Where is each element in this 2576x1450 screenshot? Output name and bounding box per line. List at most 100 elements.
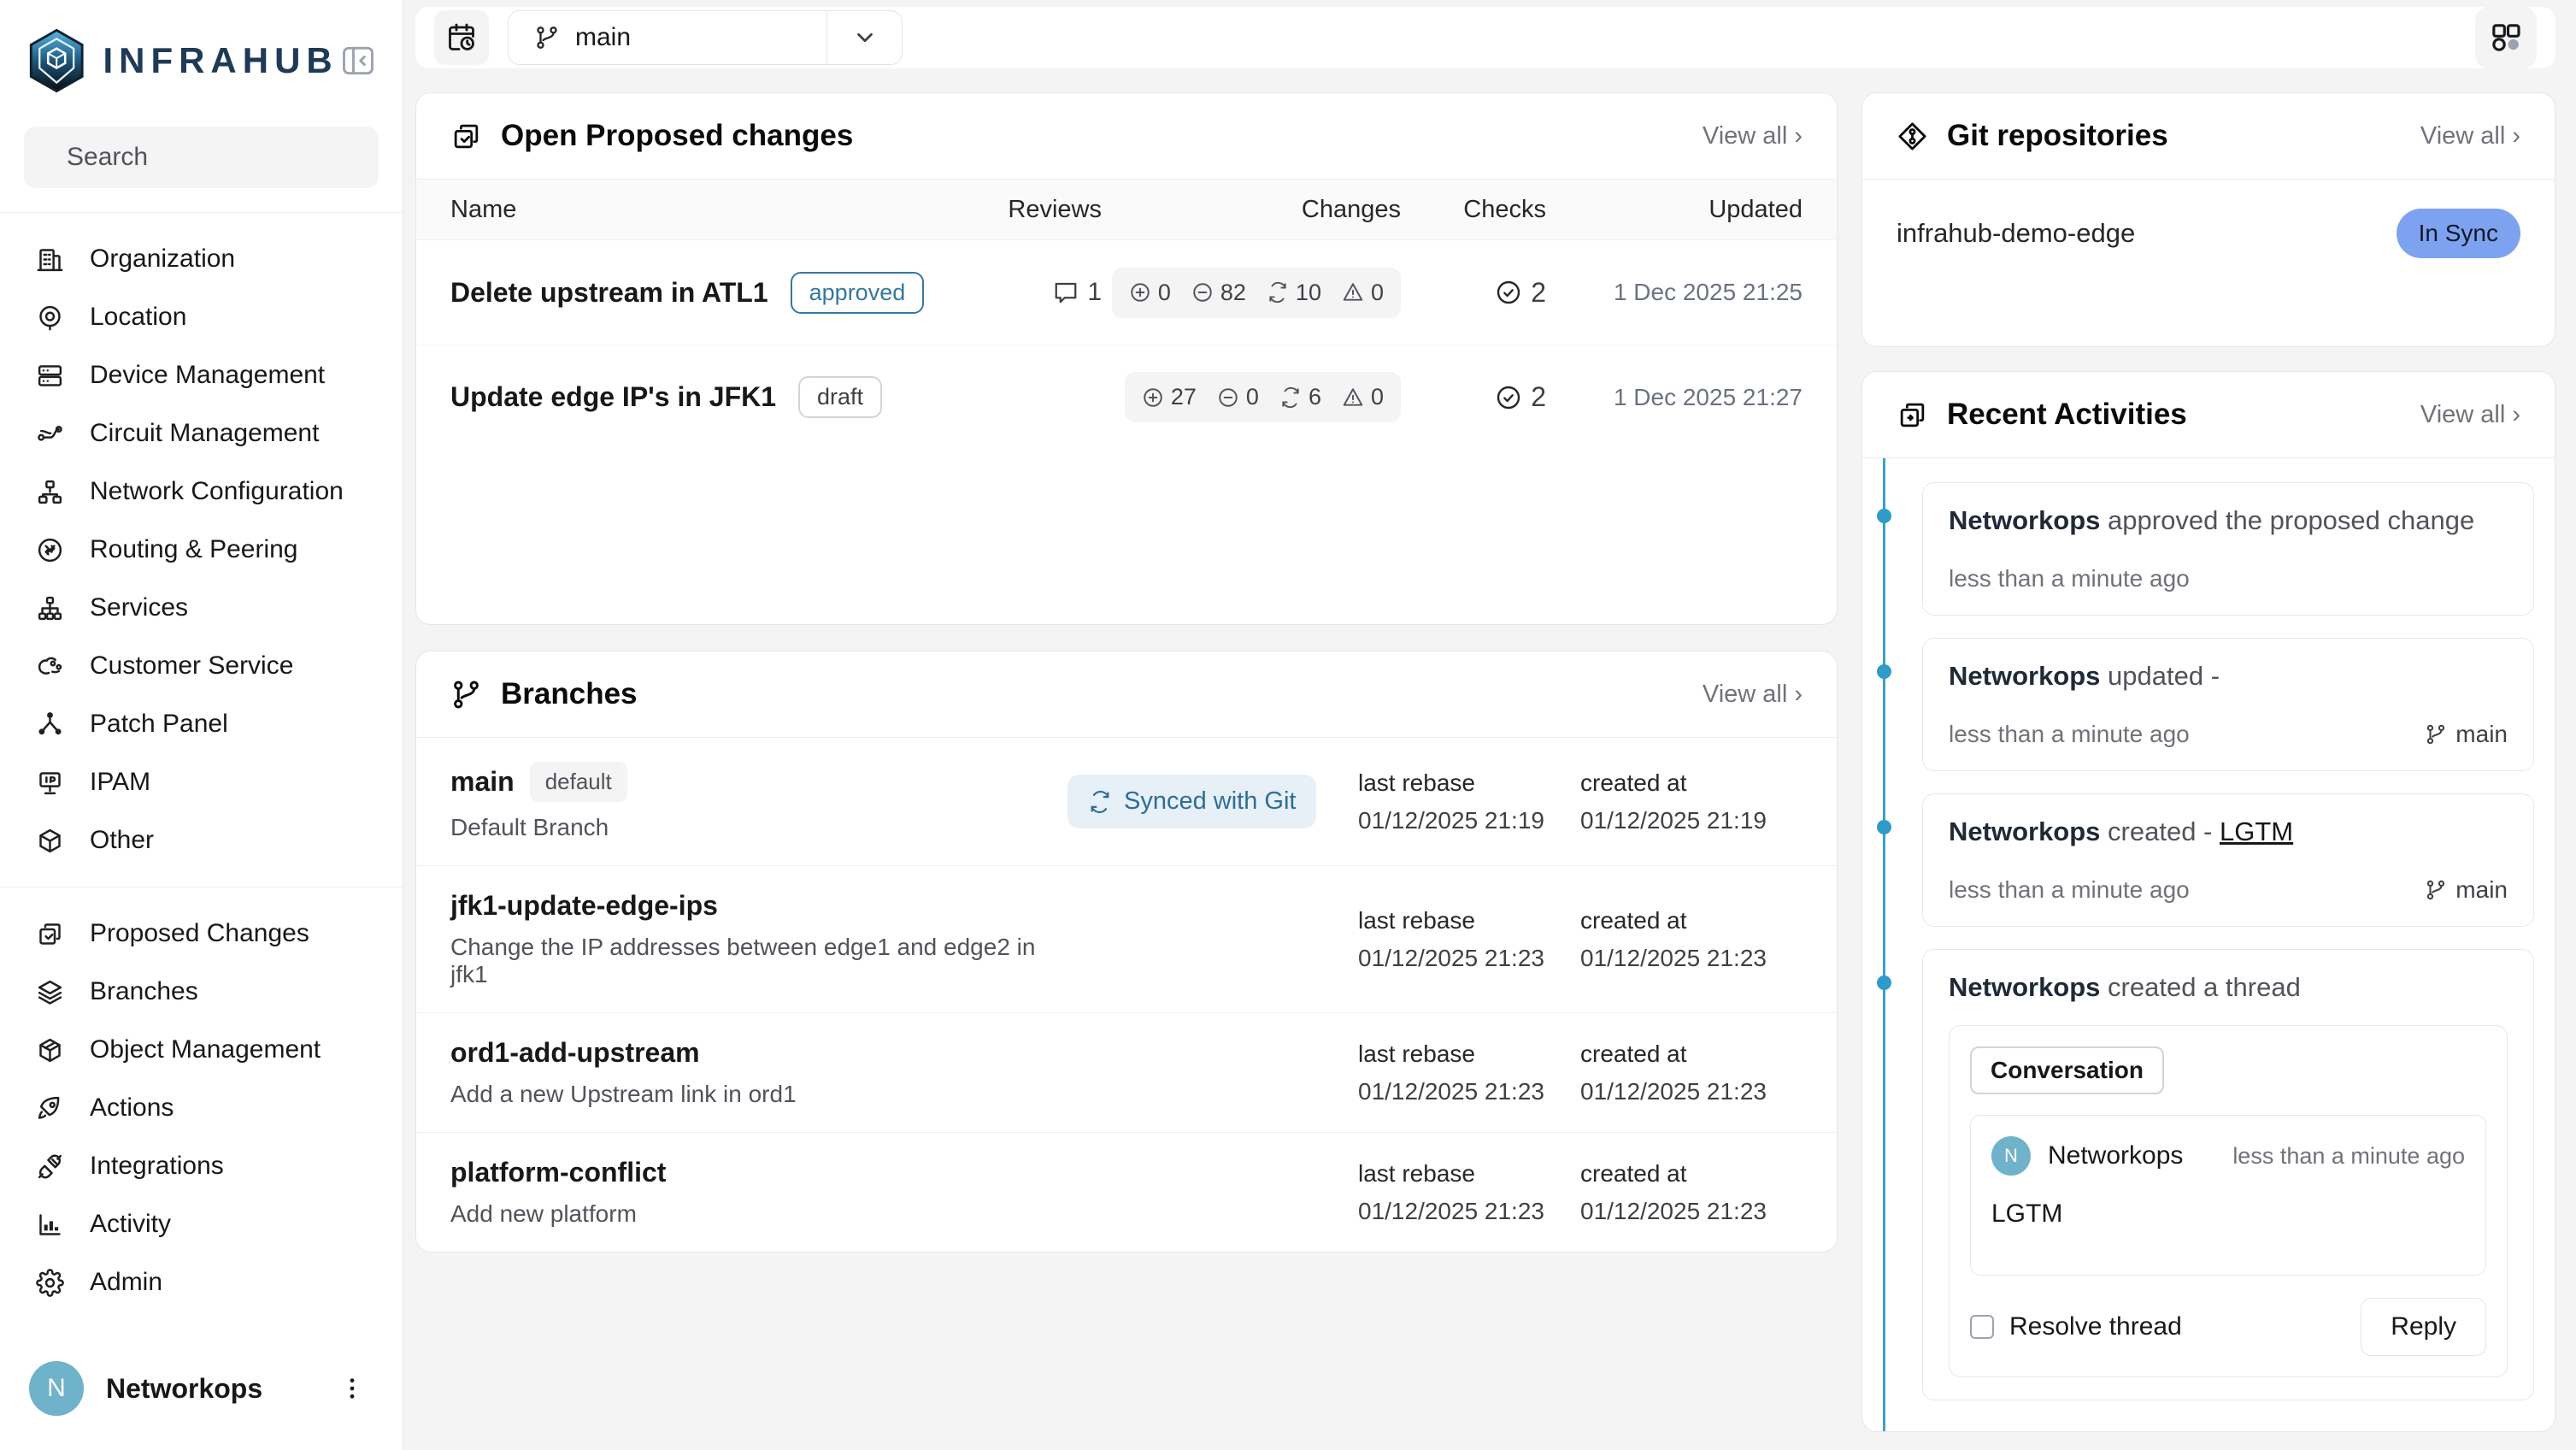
sidebar-item-label: Proposed Changes: [90, 919, 309, 948]
created-at-label: created at: [1580, 1040, 1803, 1068]
panel-collapse-icon: [339, 42, 377, 80]
sidebar-item-network-configuration[interactable]: Network Configuration: [14, 463, 389, 521]
reply-button[interactable]: Reply: [2361, 1298, 2486, 1356]
created-at-label: created at: [1580, 1160, 1803, 1188]
col-header-reviews: Reviews: [956, 196, 1102, 224]
last-rebase-value: 01/12/2025 21:23: [1358, 1078, 1580, 1105]
sidebar-item-label: Integrations: [90, 1152, 224, 1181]
ip-monitor-icon: [36, 769, 64, 797]
sidebar-item-integrations[interactable]: Integrations: [14, 1137, 389, 1195]
conflicts-stat: 0: [1342, 384, 1384, 410]
last-rebase-label: last rebase: [1358, 907, 1580, 934]
branch-selector[interactable]: main: [508, 10, 903, 65]
timeline-dot: [1877, 976, 1891, 990]
branch-row[interactable]: main default Default Branch Synced with …: [416, 738, 1837, 865]
sidebar-collapse-button[interactable]: [338, 36, 379, 85]
activity-actor: Networkops: [1949, 505, 2100, 535]
package-icon: [36, 1036, 64, 1064]
col-header-name: Name: [450, 196, 956, 224]
changes-pill: 0 82 10 0: [1112, 268, 1401, 318]
sidebar-item-branches[interactable]: Branches: [14, 963, 389, 1021]
branch-row[interactable]: platform-conflict Add new platform last …: [416, 1132, 1837, 1252]
schema-visualizer-button[interactable]: [2475, 7, 2537, 68]
activity-object-link[interactable]: LGTM: [2220, 816, 2293, 846]
sidebar-item-activity[interactable]: Activity: [14, 1195, 389, 1253]
col-header-checks: Checks: [1401, 196, 1546, 224]
sidebar-item-label: Activity: [90, 1210, 171, 1239]
card-title-text: Git repositories: [1947, 119, 2168, 153]
branch-row[interactable]: jfk1-update-edge-ips Change the IP addre…: [416, 865, 1837, 1012]
sidebar-item-label: Routing & Peering: [90, 535, 298, 564]
activity-time: less than a minute ago: [1949, 721, 2190, 748]
sidebar-item-proposed-changes[interactable]: Proposed Changes: [14, 905, 389, 963]
activity-action: approved the proposed change: [2108, 505, 2474, 535]
sidebar-item-label: Organization: [90, 245, 235, 274]
gear-icon: [36, 1269, 64, 1297]
logo[interactable]: INFRAHUB: [0, 0, 403, 115]
sidebar-item-label: Patch Panel: [90, 710, 228, 739]
branch-selector-caret[interactable]: [826, 11, 902, 64]
recent-activities-view-all[interactable]: View all ›: [2420, 401, 2520, 429]
created-at-label: created at: [1580, 769, 1803, 797]
cube-icon: [36, 827, 64, 855]
sidebar-item-admin[interactable]: Admin: [14, 1253, 389, 1311]
additions-stat: 0: [1129, 280, 1171, 306]
col-header-changes: Changes: [1102, 196, 1401, 224]
sidebar-item-object-management[interactable]: Object Management: [14, 1021, 389, 1079]
sidebar-spacer: [0, 1329, 403, 1339]
content-row: Open Proposed changes View all › Name Re…: [415, 92, 2555, 1432]
sidebar-item-patch-panel[interactable]: Patch Panel: [14, 695, 389, 753]
recent-activities-card: Recent Activities View all › Networkops: [1861, 371, 2555, 1432]
content-left-column: Open Proposed changes View all › Name Re…: [415, 92, 1838, 1253]
repository-name: infrahub-demo-edge: [1897, 218, 2135, 249]
branch-selector-value-area[interactable]: main: [509, 11, 826, 64]
created-at-cell: created at 01/12/2025 21:23: [1580, 907, 1803, 972]
sidebar-item-routing-peering[interactable]: Routing & Peering: [14, 521, 389, 579]
sidebar-item-circuit-management[interactable]: Circuit Management: [14, 404, 389, 463]
last-rebase-value: 01/12/2025 21:23: [1358, 1198, 1580, 1225]
check-circle-icon: [1495, 279, 1522, 306]
repository-row[interactable]: infrahub-demo-edge In Sync: [1862, 180, 2555, 287]
branch-info: jfk1-update-edge-ips Change the IP addre…: [450, 890, 1067, 988]
sidebar-item-label: Branches: [90, 977, 198, 1006]
updates-count: 10: [1296, 280, 1321, 306]
sidebar-item-customer-service[interactable]: Customer Service: [14, 637, 389, 695]
sidebar-item-other[interactable]: Other: [14, 811, 389, 869]
updated-cell: 1 Dec 2025 21:27: [1546, 384, 1803, 411]
thread-box: Conversation N Networkops less than a mi…: [1949, 1025, 2508, 1377]
sidebar-item-label: Customer Service: [90, 651, 293, 681]
sidebar-item-services[interactable]: Services: [14, 579, 389, 637]
last-rebase-value: 01/12/2025 21:23: [1358, 945, 1580, 972]
proposed-change-name-cell: Delete upstream in ATL1 approved: [450, 272, 956, 314]
user-options-button[interactable]: [331, 1367, 373, 1410]
git-repositories-view-all[interactable]: View all ›: [2420, 122, 2520, 150]
sidebar-item-actions[interactable]: Actions: [14, 1079, 389, 1137]
activity-text: Networkops created - LGTM: [1949, 816, 2508, 847]
activity-text: Networkops created a thread: [1949, 972, 2508, 1003]
branches-view-all[interactable]: View all ›: [1703, 681, 1803, 709]
proposed-changes-view-all[interactable]: View all ›: [1703, 122, 1803, 150]
branch-row[interactable]: ord1-add-upstream Add a new Upstream lin…: [416, 1012, 1837, 1132]
branches-card: Branches View all › main default Default…: [415, 651, 1838, 1253]
changes-cell: 27 0 6 0: [1102, 372, 1401, 422]
search-input[interactable]: [67, 143, 397, 172]
sidebar-item-location[interactable]: Location: [14, 288, 389, 346]
sidebar-item-ipam[interactable]: IPAM: [14, 753, 389, 811]
user-menu[interactable]: N Networkops: [0, 1339, 403, 1450]
sidebar-item-organization[interactable]: Organization: [14, 230, 389, 288]
timeline-dot: [1877, 664, 1891, 679]
sidebar-item-device-management[interactable]: Device Management: [14, 346, 389, 404]
time-travel-button[interactable]: [434, 10, 489, 65]
proposed-change-row[interactable]: Update edge IP's in JFK1 draft 27: [416, 345, 1837, 449]
proposed-change-row[interactable]: Delete upstream in ATL1 approved 1 0: [416, 240, 1837, 345]
check-circle-icon: [1495, 384, 1522, 411]
created-at-value: 01/12/2025 21:19: [1580, 807, 1803, 834]
chevron-down-icon: [852, 25, 878, 50]
resolve-thread-checkbox[interactable]: [1970, 1315, 1994, 1339]
activity-time: less than a minute ago: [1949, 876, 2190, 904]
building-icon: [36, 245, 64, 274]
branch-name: ord1-add-upstream: [450, 1037, 700, 1069]
search-box[interactable]: ⌘K: [24, 127, 379, 188]
proposed-changes-table-header: Name Reviews Changes Checks Updated: [416, 179, 1837, 240]
sync-status-badge: In Sync: [2397, 209, 2520, 258]
